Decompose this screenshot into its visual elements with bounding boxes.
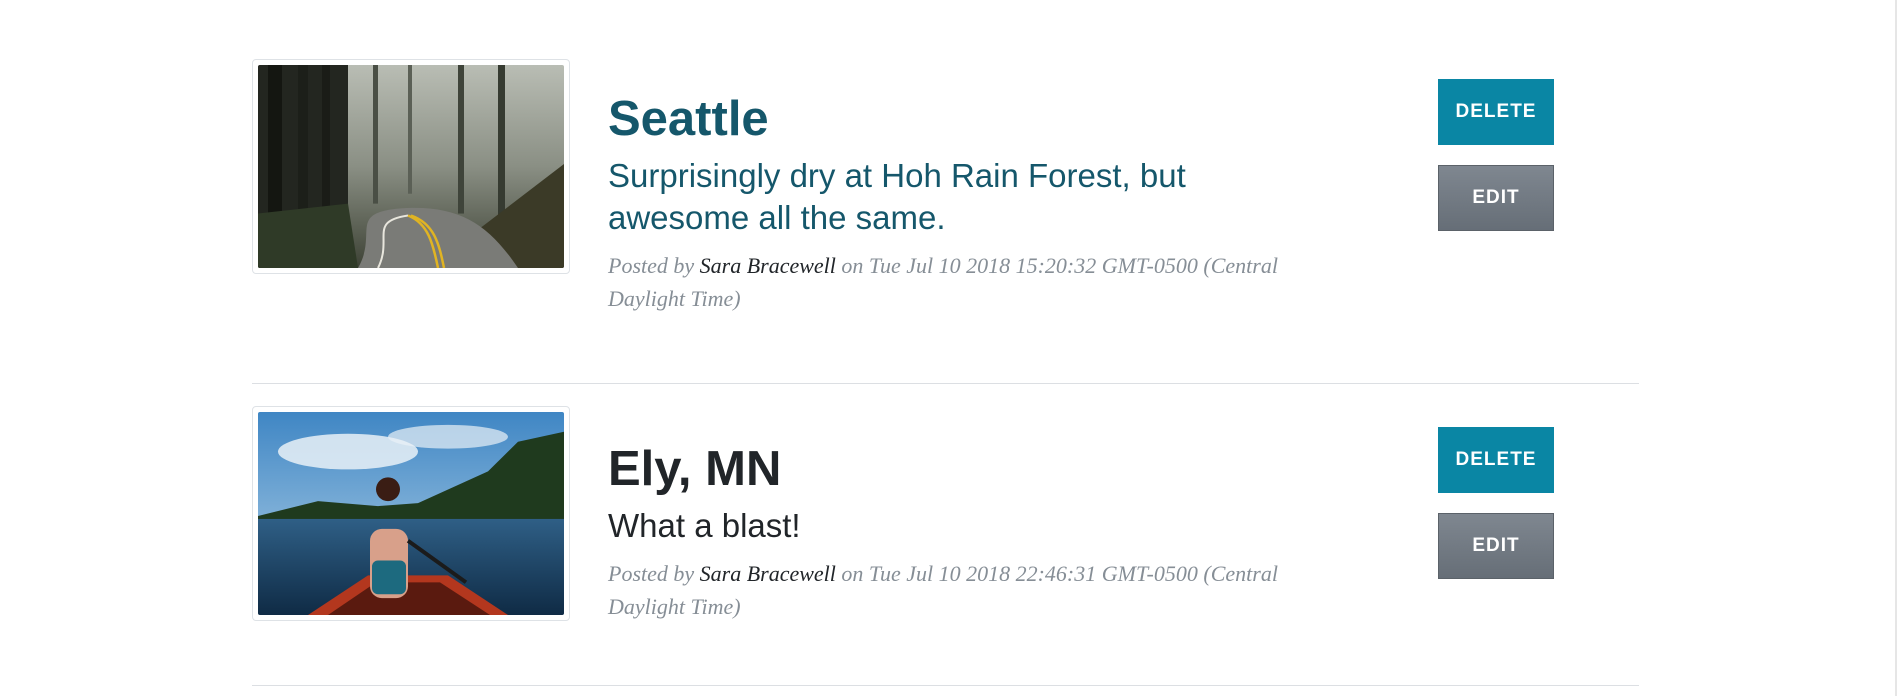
post-item: Seattle Surprisingly dry at Hoh Rain For…	[252, 0, 1639, 384]
canoe-lake-image	[258, 412, 564, 615]
post-author[interactable]: Sara Bracewell	[700, 561, 836, 586]
post-description: Surprisingly dry at Hoh Rain Forest, but…	[608, 157, 1186, 237]
forest-road-image	[258, 65, 564, 268]
post-content: Seattle Surprisingly dry at Hoh Rain For…	[608, 92, 1328, 315]
post-actions: DELETE EDIT	[1438, 79, 1554, 231]
post-content: Ely, MN What a blast! Posted by Sara Bra…	[608, 442, 1328, 623]
post-meta: Posted by Sara Bracewell on Tue Jul 10 2…	[608, 557, 1328, 623]
post-meta: Posted by Sara Bracewell on Tue Jul 10 2…	[608, 249, 1328, 315]
post-list: Seattle Surprisingly dry at Hoh Rain For…	[252, 0, 1639, 686]
post-item: Ely, MN What a blast! Posted by Sara Bra…	[252, 384, 1639, 686]
meta-prefix: Posted by	[608, 561, 700, 587]
delete-button[interactable]: DELETE	[1438, 79, 1554, 145]
post-title: Seattle	[608, 92, 769, 146]
post-title: Ely, MN	[608, 442, 782, 496]
post-description: What a blast!	[608, 507, 801, 545]
page: Seattle Surprisingly dry at Hoh Rain For…	[0, 0, 1897, 696]
post-thumbnail	[252, 406, 570, 621]
post-actions: DELETE EDIT	[1438, 427, 1554, 579]
post-thumbnail	[252, 59, 570, 274]
edit-button[interactable]: EDIT	[1438, 165, 1554, 231]
post-author[interactable]: Sara Bracewell	[700, 253, 836, 278]
delete-button[interactable]: DELETE	[1438, 427, 1554, 493]
edit-button[interactable]: EDIT	[1438, 513, 1554, 579]
meta-prefix: Posted by	[608, 253, 700, 279]
